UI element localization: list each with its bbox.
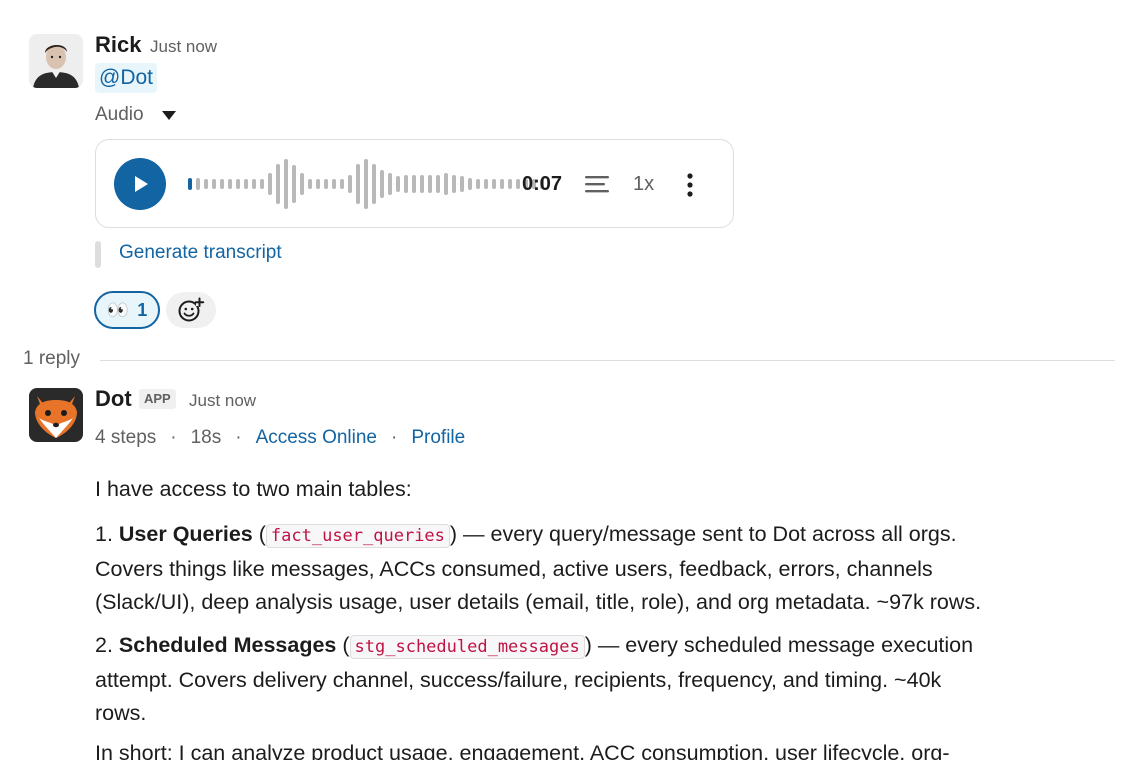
waveform-bar (500, 179, 504, 189)
reply-summary: In short: I can analyze product usage, e… (95, 741, 950, 760)
eyes-emoji: 👀 (106, 299, 130, 320)
waveform-bar (508, 179, 512, 189)
waveform-bar (356, 164, 360, 204)
list-number: 2. (95, 633, 119, 657)
waveform-bar (348, 175, 352, 193)
waveform-bar (420, 175, 424, 193)
waveform-bar (244, 179, 248, 189)
table-title: Scheduled Messages (118, 633, 337, 657)
waveform-bar (300, 173, 304, 195)
user-avatar-rick[interactable] (29, 34, 83, 88)
reply-count[interactable]: 1 reply (23, 348, 80, 370)
thread-divider (100, 360, 1115, 361)
waveform-bar (380, 170, 384, 198)
message-author[interactable]: Rick (95, 32, 141, 58)
waveform-bar (276, 164, 280, 204)
waveform-bar (444, 173, 448, 195)
mention-dot[interactable]: @Dot (95, 63, 157, 93)
waveform-bar (404, 175, 408, 193)
waveform-bar (212, 179, 216, 189)
audio-label: Audio (95, 104, 144, 125)
table-code: fact_user_queries (265, 524, 450, 548)
waveform-bar (468, 178, 472, 190)
reaction-eyes[interactable]: 👀 1 (94, 291, 160, 329)
list-number: 1. (95, 522, 119, 546)
waveform-bar (492, 179, 496, 189)
elapsed-time: 18s (190, 427, 222, 448)
waveform-bar (316, 179, 320, 189)
message-timestamp[interactable]: Just now (150, 37, 217, 57)
waveform-bar (260, 179, 264, 189)
play-button[interactable] (114, 158, 166, 210)
waveform-bar (292, 165, 296, 203)
waveform-bar (308, 179, 312, 189)
table-title: User Queries (118, 522, 253, 546)
generate-transcript-link[interactable]: Generate transcript (119, 242, 282, 264)
waveform-bar (516, 179, 520, 189)
audio-duration: 0:07 (522, 173, 563, 195)
waveform-bar (388, 173, 392, 195)
table-description: ) — every query/message sent to Dot acro… (449, 522, 957, 546)
table-description-line: rows. (95, 701, 147, 725)
waveform-bar (412, 175, 416, 193)
list-item-scheduled-messages: 2. Scheduled Messages (stg_scheduled_mes… (95, 629, 1015, 730)
waveform-bar (188, 178, 192, 190)
waveform-bar (220, 179, 224, 189)
table-code: stg_scheduled_messages (349, 635, 585, 659)
reply-author[interactable]: Dot (95, 386, 132, 412)
waveform-bar (324, 179, 328, 189)
app-avatar-dot[interactable] (29, 388, 83, 442)
add-reaction-button[interactable] (166, 292, 216, 328)
add-emoji-icon (178, 297, 205, 322)
waveform-bar (204, 179, 208, 189)
waveform-bar (340, 179, 344, 189)
waveform-bar (364, 159, 368, 209)
meta-separator: · (170, 427, 177, 448)
transcript-quote-bar (95, 241, 101, 268)
list-item-user-queries: 1. User Queries (fact_user_queries) — ev… (95, 518, 1015, 619)
waveform-bar (228, 179, 232, 189)
waveform-bar (372, 164, 376, 204)
waveform-bar (284, 159, 288, 209)
play-icon (135, 176, 148, 192)
audio-waveform[interactable] (188, 158, 544, 210)
table-description-line: attempt. Covers delivery channel, succes… (95, 668, 942, 692)
reply-timestamp[interactable]: Just now (189, 391, 256, 411)
waveform-bar (452, 175, 456, 193)
reply-meta: 4 steps · 18s · Access Online · Profile (95, 427, 465, 449)
waveform-bar (484, 179, 488, 189)
waveform-bar (476, 179, 480, 189)
table-description-line: (Slack/UI), deep analysis usage, user de… (95, 590, 982, 614)
waveform-bar (436, 175, 440, 193)
caret-down-icon (161, 110, 176, 120)
reaction-count: 1 (137, 299, 148, 320)
audio-toggle[interactable]: Audio (95, 104, 176, 126)
table-description: ) — every scheduled message execution (584, 633, 974, 657)
table-description-line: Covers things like messages, ACCs consum… (95, 557, 933, 581)
meta-separator: · (235, 427, 242, 448)
app-badge: APP (139, 389, 176, 409)
audio-player: 0:07 1x (95, 139, 734, 228)
steps-count[interactable]: 4 steps (95, 427, 156, 449)
waveform-bar (396, 176, 400, 192)
waveform-bar (460, 176, 464, 192)
more-actions-icon[interactable] (682, 170, 698, 200)
waveform-bar (196, 178, 200, 190)
waveform-bar (332, 179, 336, 189)
transcript-lines-icon[interactable] (584, 169, 612, 199)
waveform-bar (428, 175, 432, 193)
waveform-bar (268, 173, 272, 195)
waveform-bar (236, 179, 240, 189)
playback-speed-button[interactable]: 1x (633, 173, 654, 196)
meta-separator: · (391, 427, 398, 448)
reply-intro: I have access to two main tables: (95, 477, 412, 501)
access-online-link[interactable]: Access Online (256, 427, 377, 449)
profile-link[interactable]: Profile (411, 427, 465, 449)
waveform-bar (252, 179, 256, 189)
